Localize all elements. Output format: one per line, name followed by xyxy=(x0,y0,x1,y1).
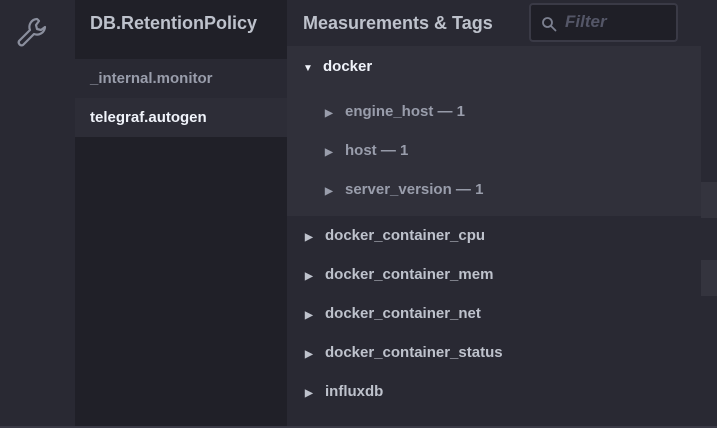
measurements-panel: Measurements & Tags ▼ docker ▶ engine_host… xyxy=(287,0,717,428)
search-icon xyxy=(542,17,557,32)
measurement-docker-container-cpu[interactable]: ▶ docker_container_cpu xyxy=(305,226,485,246)
caret-right-icon[interactable]: ▶ xyxy=(325,182,337,202)
scroll-segment[interactable] xyxy=(701,260,717,296)
measurement-docker[interactable]: ▼ docker xyxy=(303,57,372,77)
caret-right-icon[interactable]: ▶ xyxy=(325,143,337,163)
tag-label: host — 1 xyxy=(345,142,409,159)
sidebar-rail xyxy=(0,0,75,428)
tag-label: engine_host — 1 xyxy=(345,103,466,120)
filter-box[interactable] xyxy=(529,3,678,42)
measurement-label: docker_container_mem xyxy=(325,266,494,283)
measurement-label: docker_container_cpu xyxy=(325,227,486,244)
caret-right-icon[interactable]: ▶ xyxy=(305,228,317,248)
measurement-label: docker_container_net xyxy=(325,305,481,322)
tag-engine-host[interactable]: ▶ engine_host — 1 xyxy=(325,102,465,122)
tag-host[interactable]: ▶ host — 1 xyxy=(325,141,408,161)
caret-right-icon[interactable]: ▶ xyxy=(305,306,317,326)
caret-down-icon[interactable]: ▼ xyxy=(303,59,315,79)
caret-right-icon[interactable]: ▶ xyxy=(325,104,337,124)
scrollbar[interactable] xyxy=(701,46,717,428)
db-panel-header: DB.RetentionPolicy xyxy=(90,13,258,33)
measurement-docker-container-net[interactable]: ▶ docker_container_net xyxy=(305,304,481,324)
measurements-panel-header: Measurements & Tags xyxy=(303,13,493,33)
caret-right-icon[interactable]: ▶ xyxy=(305,345,317,365)
tag-label: server_version — 1 xyxy=(345,181,484,198)
measurement-influxdb[interactable]: ▶ influxdb xyxy=(305,382,383,402)
scroll-segment[interactable] xyxy=(701,182,717,218)
measurement-label: influxdb xyxy=(325,383,384,400)
measurement-label: docker xyxy=(323,58,373,75)
db-item-telegraf-autogen[interactable]: telegraf.autogen xyxy=(75,98,287,137)
filter-input[interactable] xyxy=(565,11,670,33)
caret-right-icon[interactable]: ▶ xyxy=(305,267,317,287)
wrench-icon[interactable] xyxy=(14,15,50,51)
db-item-internal-monitor[interactable]: _internal.monitor xyxy=(75,59,287,98)
measurement-docker-container-status[interactable]: ▶ docker_container_status xyxy=(305,343,503,363)
caret-right-icon[interactable]: ▶ xyxy=(305,384,317,404)
db-retention-panel: DB.RetentionPolicy _internal.monitor tel… xyxy=(75,0,287,428)
measurement-docker-container-mem[interactable]: ▶ docker_container_mem xyxy=(305,265,493,285)
measurement-label: docker_container_status xyxy=(325,344,503,361)
tag-server-version[interactable]: ▶ server_version — 1 xyxy=(325,180,483,200)
